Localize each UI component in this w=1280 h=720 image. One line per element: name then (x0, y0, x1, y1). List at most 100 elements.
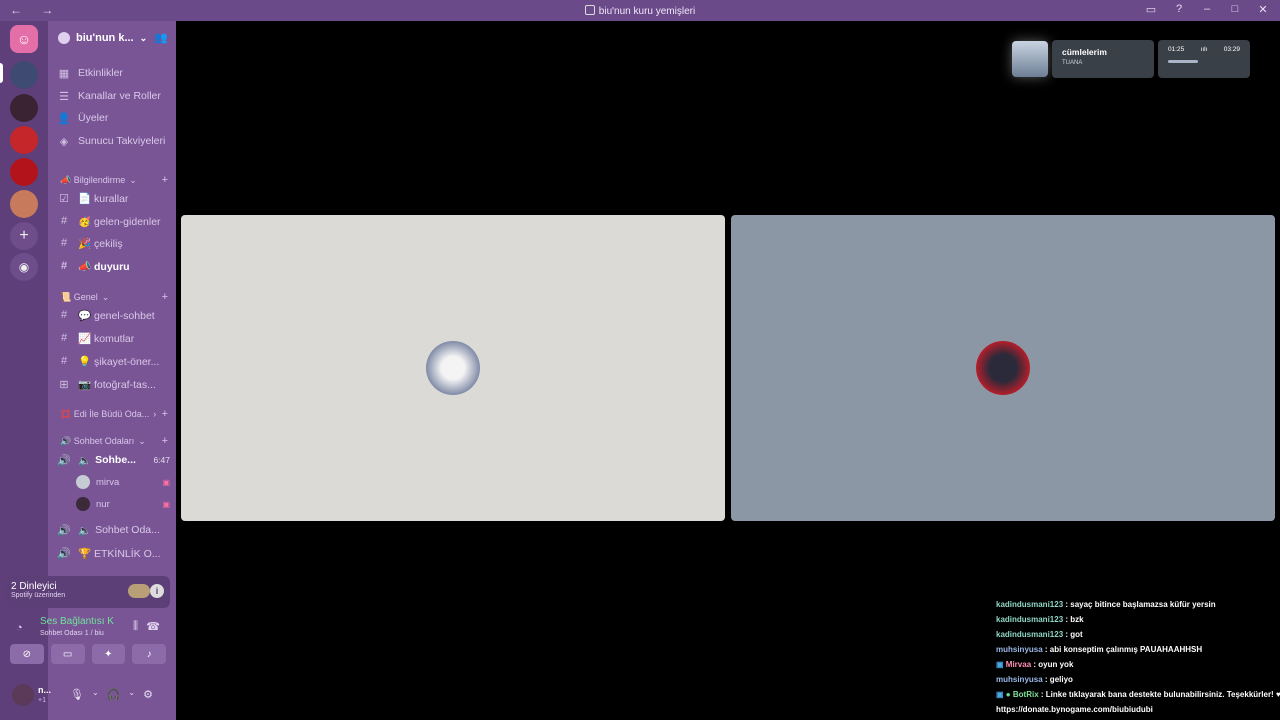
voice-member-nur[interactable]: nur ▣ (76, 495, 170, 513)
streaming-icon: ▣ (162, 477, 170, 487)
voice-status[interactable]: Ses Bağlantısı K (40, 616, 116, 627)
discover-icon[interactable]: ◉ (10, 253, 38, 281)
speaker-icon: 🔊 (57, 547, 71, 560)
info-icon[interactable]: i (150, 584, 164, 598)
channel-fotograf[interactable]: ⊞ 📷 fotoğraf-tas... (56, 374, 170, 394)
category-genel[interactable]: 📜 Genel ⌄ + (60, 290, 168, 304)
chat-line: muhsinyusa : abi konseptim çalınmış PAUA… (996, 645, 1203, 654)
hash-icon: # (60, 237, 68, 249)
selected-server-pill (0, 63, 3, 83)
chevron-right-icon: › (153, 409, 157, 419)
category-edi-budu[interactable]: 💢 Edi İle Büdü Oda... › + (60, 407, 168, 421)
chat-line: kadindusmani123 : sayaç bitince başlamaz… (996, 600, 1216, 609)
video-tile-nur[interactable] (731, 215, 1275, 521)
screen-share-icon[interactable]: ▭ (50, 644, 85, 664)
nav-events[interactable]: ▦ Etkinlikler (56, 63, 170, 83)
speaker-icon: 🔊 (57, 454, 71, 467)
inbox-icon[interactable]: ▭ (1144, 3, 1158, 16)
gear-icon[interactable]: ⚙ (143, 688, 153, 701)
add-channel-icon[interactable]: + (162, 435, 168, 447)
badge-icon: ▣ (996, 690, 1004, 699)
speaker-icon: 🔈 (78, 524, 92, 537)
channel-genel-sohbet[interactable]: # 💬 genel-sohbet (56, 305, 170, 325)
list-icon: ☰ (59, 90, 69, 103)
chat-line: kadindusmani123 : bzk (996, 615, 1084, 624)
album-art (1012, 41, 1048, 77)
chevron-down-icon[interactable]: ⌄ (128, 688, 135, 701)
boost-icon: ◈ (59, 135, 69, 148)
streaming-icon: ▣ (162, 499, 170, 509)
server-icon-3[interactable] (10, 126, 38, 154)
avatar (426, 341, 480, 395)
add-server-icon[interactable]: + (10, 222, 38, 250)
voice-channel-active[interactable]: 🔊 🔈 Sohbe... 6:47 (56, 450, 170, 470)
noise-suppression-icon[interactable]: ⫼ (133, 620, 138, 633)
channel-kurallar[interactable]: ☑ 📄 kurallar (56, 188, 170, 208)
user-status: +1 (38, 697, 46, 704)
soundboard-icon[interactable]: ♪ (132, 644, 166, 664)
channel-gelen-gidenler[interactable]: # 🥳 gelen-gidenler (56, 211, 170, 231)
guild-header[interactable]: biu'nun k... ⌄ 👥 (48, 21, 176, 55)
headphones-icon[interactable]: 🎧 (107, 688, 121, 701)
voice-connection: ◔ Ses Bağlantısı K Sohbet Odası 1 / biu … (6, 612, 170, 648)
disconnect-icon[interactable]: ☎ (146, 620, 160, 633)
activities-icon[interactable]: ✦ (91, 644, 126, 664)
voice-timer: 6:47 (153, 455, 170, 465)
add-channel-icon[interactable]: + (162, 174, 168, 186)
spotify-listeners[interactable]: 2 Dinleyici Spotify üzerinden i (6, 576, 170, 608)
maximize-icon[interactable]: □ (1228, 3, 1242, 16)
now-playing-progress-box: 01:25 ıılı 03:29 (1158, 40, 1250, 78)
voice-channel-etkinlik[interactable]: 🔊 🏆 ETKİNLİK O... (56, 543, 170, 563)
nav-boosts[interactable]: ◈ Sunucu Takviyeleri (56, 131, 170, 151)
avatar[interactable] (12, 684, 34, 706)
add-channel-icon[interactable]: + (162, 291, 168, 303)
hash-icon: # (60, 215, 68, 227)
voice-channel-label[interactable]: Sohbet Odası 1 / biu (40, 630, 104, 637)
video-tile-mirva[interactable] (181, 215, 725, 521)
window-title-text: biu'nun kuru yemişleri (598, 6, 696, 17)
chevron-down-icon[interactable]: ⌄ (92, 688, 99, 701)
speaker-icon: 🔊 (57, 524, 71, 537)
hash-icon: # (60, 332, 68, 344)
microphone-icon[interactable]: 🎙 (70, 688, 84, 701)
server-icon (584, 5, 595, 15)
guild-name: biu'nun k... (76, 32, 134, 44)
nav-channels-roles[interactable]: ☰ Kanallar ve Roller (56, 86, 170, 106)
server-icon-1[interactable] (10, 61, 38, 89)
home-button[interactable]: ☺ (10, 25, 38, 53)
nav-members[interactable]: 👤 Üyeler (56, 108, 170, 128)
progress-bar (1168, 60, 1198, 63)
chat-line: muhsinyusa : geliyo (996, 675, 1073, 684)
category-bilgilendirme[interactable]: 📣 Bilgilendirme ⌄ + (60, 173, 168, 187)
speaker-icon: 🔈 (78, 454, 92, 467)
avatar (76, 475, 90, 489)
hash-icon: # (60, 355, 68, 367)
server-icon-5[interactable] (10, 190, 38, 218)
badge-icon: ▣ (996, 660, 1004, 669)
chevron-down-icon: ⌄ (129, 174, 137, 185)
channel-komutlar[interactable]: # 📈 komutlar (56, 328, 170, 348)
chat-line: ▣ Mirvaa : oyun yok (996, 660, 1074, 669)
minimize-icon[interactable]: – (1200, 3, 1214, 16)
channel-duyuru[interactable]: # 📣 duyuru (56, 256, 170, 276)
close-icon[interactable]: ✕ (1256, 3, 1270, 16)
channel-cekilis[interactable]: # 🎉 çekiliş (56, 233, 170, 253)
hash-icon: # (60, 309, 68, 321)
server-icon-4[interactable] (10, 158, 38, 186)
stream-chat-overlay: kadindusmani123 : sayaç bitince başlamaz… (996, 600, 1280, 720)
channel-sikayet[interactable]: # 💡 şikayet-öner... (56, 351, 170, 371)
camera-off-icon[interactable]: ⊘ (10, 644, 44, 664)
chat-line: ▣ ● BotRix : Linke tıklayarak bana deste… (996, 690, 1280, 699)
voice-channel-2[interactable]: 🔊 🔈 Sohbet Oda... (56, 520, 170, 540)
add-channel-icon[interactable]: + (162, 408, 168, 420)
category-sohbet-odalari[interactable]: 🔊 Sohbet Odaları ⌄ + (60, 434, 168, 448)
help-icon[interactable]: ? (1172, 3, 1186, 16)
hash-icon: # (60, 260, 68, 272)
guild-icon (58, 32, 70, 44)
voice-member-mirva[interactable]: mirva ▣ (76, 473, 170, 491)
avatar (76, 497, 90, 511)
server-icon-2[interactable] (10, 94, 38, 122)
add-member-icon[interactable]: 👥 (154, 31, 168, 44)
calendar-icon: ▦ (58, 67, 70, 80)
waveform-icon: ıılı (1200, 46, 1208, 53)
